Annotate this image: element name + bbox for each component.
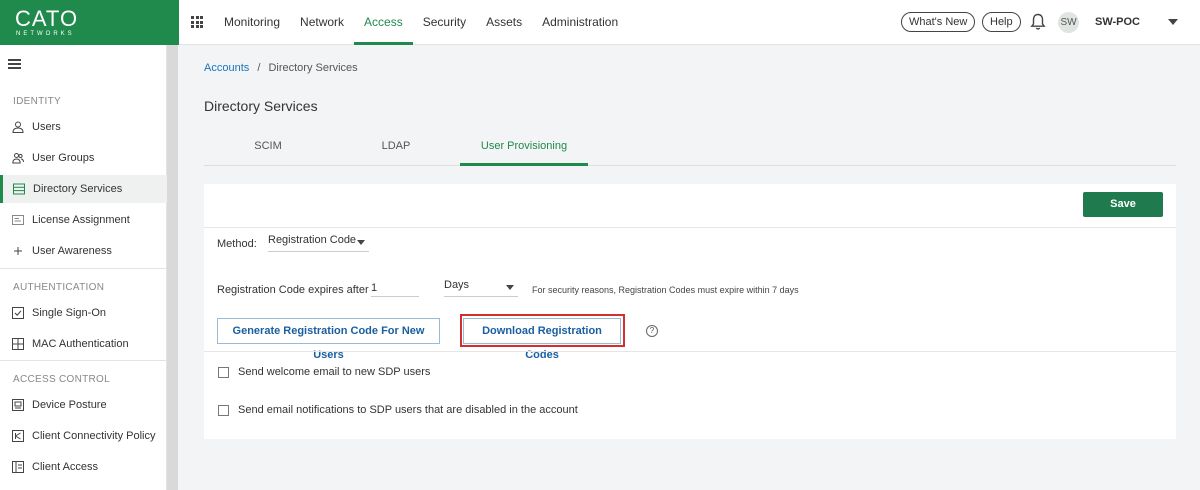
page-title: Directory Services <box>204 98 318 114</box>
apps-grid-icon[interactable] <box>191 16 203 28</box>
client-access-icon <box>12 461 24 473</box>
logo-tagline: NETWORKS <box>16 31 75 37</box>
sidebar-item-label: User Awareness <box>32 245 112 257</box>
sidebar-item-label: Single Sign-On <box>32 307 106 319</box>
sidebar-item-label: Users <box>32 121 61 133</box>
tab-scim[interactable]: SCIM <box>204 130 332 166</box>
chevron-down-icon <box>357 240 365 245</box>
sidebar-item-license-assignment[interactable]: License Assignment <box>0 206 167 234</box>
sidebar-section-access-control: ACCESS CONTROL <box>13 374 110 385</box>
nav-network[interactable]: Network <box>290 0 354 45</box>
breadcrumb-current: Directory Services <box>268 62 358 74</box>
account-name[interactable]: SW-POC <box>1095 16 1140 28</box>
user-provisioning-panel: Save <box>204 184 1176 439</box>
disabled-notification-checkbox[interactable] <box>218 405 229 416</box>
panel-divider <box>204 351 1176 352</box>
panel-divider <box>204 227 1176 228</box>
sidebar-item-label: Device Posture <box>32 399 107 411</box>
generate-registration-code-button[interactable]: Generate Registration Code For New Users <box>217 318 440 361</box>
user-group-icon <box>12 153 24 164</box>
nav-access[interactable]: Access <box>354 0 413 45</box>
sidebar-item-label: User Groups <box>32 152 95 164</box>
sidebar-item-users[interactable]: Users <box>0 113 167 141</box>
nav-monitoring[interactable]: Monitoring <box>214 0 290 45</box>
sidebar: IDENTITY Users User Groups Directory Ser… <box>0 45 167 490</box>
sidebar-section-identity: IDENTITY <box>13 96 61 107</box>
sidebar-divider <box>0 360 167 361</box>
method-select[interactable]: Registration Code <box>268 234 369 252</box>
method-select-value: Registration Code <box>268 234 357 246</box>
sidebar-section-authentication: AUTHENTICATION <box>13 282 105 293</box>
expires-label: Registration Code expires after <box>217 284 369 296</box>
sidebar-item-label: Directory Services <box>33 183 123 195</box>
avatar[interactable]: SW <box>1058 12 1079 33</box>
highlight-box <box>460 314 625 347</box>
sidebar-item-user-awareness[interactable]: User Awareness <box>0 237 167 265</box>
sidebar-item-client-connectivity-policy[interactable]: Client Connectivity Policy <box>0 422 167 450</box>
nav-administration[interactable]: Administration <box>532 0 628 45</box>
account-dropdown-icon[interactable] <box>1168 19 1178 25</box>
tab-ldap[interactable]: LDAP <box>332 130 460 166</box>
tab-bar: SCIM LDAP User Provisioning <box>204 130 1176 166</box>
sidebar-item-user-groups[interactable]: User Groups <box>0 144 167 172</box>
breadcrumb: Accounts / Directory Services <box>204 62 358 74</box>
tab-user-provisioning[interactable]: User Provisioning <box>460 130 588 166</box>
chevron-down-icon <box>506 285 514 290</box>
nav-security[interactable]: Security <box>413 0 476 45</box>
grid-icon <box>12 338 24 350</box>
save-button[interactable]: Save <box>1083 192 1163 217</box>
sidebar-item-directory-services[interactable]: Directory Services <box>0 175 167 203</box>
main-nav: Monitoring Network Access Security Asset… <box>214 0 628 45</box>
sidebar-item-client-access[interactable]: Client Access <box>0 453 167 481</box>
nav-assets[interactable]: Assets <box>476 0 532 45</box>
sidebar-item-label: Client Access <box>32 461 99 473</box>
policy-icon <box>12 430 24 442</box>
breadcrumb-accounts-link[interactable]: Accounts <box>204 62 249 74</box>
bell-icon[interactable] <box>1030 13 1046 31</box>
user-icon <box>12 121 24 133</box>
sidebar-item-device-posture[interactable]: Device Posture <box>0 391 167 419</box>
help-button[interactable]: Help <box>982 12 1021 32</box>
device-icon <box>12 399 24 411</box>
top-bar: CATO NETWORKS Monitoring Network Access … <box>0 0 1200 45</box>
sidebar-item-label: MAC Authentication <box>32 338 129 350</box>
welcome-email-checkbox[interactable] <box>218 367 229 378</box>
logo-text: CATO <box>15 6 79 31</box>
plus-icon <box>14 247 22 255</box>
disabled-notification-label: Send email notifications to SDP users th… <box>238 404 578 416</box>
method-label: Method: <box>217 238 257 250</box>
sidebar-item-mac-authentication[interactable]: MAC Authentication <box>0 330 167 358</box>
sidebar-item-label: Client Connectivity Policy <box>32 430 156 442</box>
expires-unit-select[interactable]: Days <box>444 279 518 297</box>
hamburger-menu-icon[interactable] <box>8 59 21 69</box>
sidebar-scrollbar[interactable] <box>167 45 178 490</box>
directory-icon <box>13 183 25 195</box>
welcome-email-label: Send welcome email to new SDP users <box>238 366 431 378</box>
expires-hint: For security reasons, Registration Codes… <box>532 285 799 295</box>
breadcrumb-separator: / <box>257 62 261 74</box>
sidebar-item-single-sign-on[interactable]: Single Sign-On <box>0 299 167 327</box>
sidebar-divider <box>0 268 167 269</box>
whats-new-button[interactable]: What's New <box>901 12 976 32</box>
license-icon <box>12 215 24 225</box>
sidebar-item-label: License Assignment <box>32 214 130 226</box>
cato-logo[interactable]: CATO NETWORKS <box>0 0 179 45</box>
help-circle-icon[interactable]: ? <box>646 325 658 337</box>
expires-value-input[interactable] <box>371 279 419 297</box>
expires-unit-value: Days <box>444 279 470 291</box>
checkbox-check-icon <box>12 307 24 319</box>
